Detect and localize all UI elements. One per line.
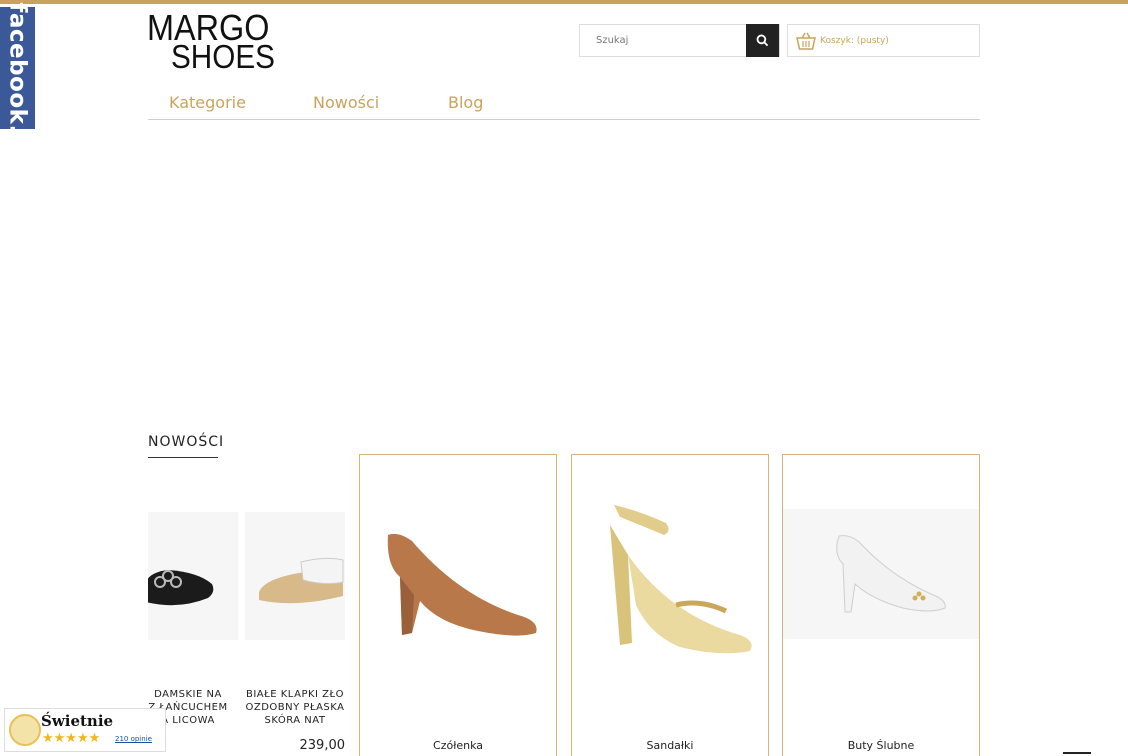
bridal-shoe-image [836, 535, 946, 613]
search-button[interactable] [746, 24, 779, 57]
sandal-black-image [148, 570, 214, 606]
rating-stars: ★★★★★ [42, 731, 101, 746]
slipper-white-image [259, 557, 344, 604]
category-image[interactable] [572, 485, 768, 685]
main-nav: Kategorie Nowości Blog [148, 86, 980, 120]
category-card[interactable]: Czółenka [359, 454, 557, 756]
facebook-tab-label: facebook. [4, 2, 31, 134]
product-price: 239,00 [299, 738, 346, 753]
reviews-widget[interactable]: Świetnie ★★★★★ 210 opinie [4, 708, 166, 752]
category-image[interactable] [783, 509, 979, 639]
category-card[interactable]: Sandałki [571, 454, 769, 756]
sandal-gold-image [610, 505, 752, 654]
nav-item-nowosci[interactable]: Nowości [313, 93, 379, 112]
product-name[interactable]: BIAŁE KLAPKI ZŁO OZDOBNY PŁASKA SKÓRA NA… [245, 688, 345, 727]
category-name[interactable]: Czółenka [360, 739, 556, 752]
logo-line2: SHOES [171, 38, 275, 75]
logo[interactable]: MARGO SHOES [147, 10, 292, 75]
nav-item-kategorie[interactable]: Kategorie [169, 93, 246, 112]
product-image[interactable] [148, 512, 238, 640]
scroll-to-top-button[interactable] [1063, 752, 1091, 754]
section-title-new: NOWOŚCI [148, 434, 223, 458]
nav-item-blog[interactable]: Blog [448, 93, 483, 112]
category-card[interactable]: Buty Ślubne [782, 454, 980, 756]
product-card[interactable]: BIAŁE KLAPKI ZŁO OZDOBNY PŁASKA SKÓRA NA… [245, 470, 345, 756]
facebook-tab[interactable]: facebook. [0, 2, 35, 134]
search-input[interactable] [580, 25, 747, 56]
basket-icon [796, 32, 816, 50]
pump-shoe-image [387, 533, 537, 636]
search-form [579, 24, 780, 57]
category-image[interactable] [360, 485, 556, 685]
reviews-count-link[interactable]: 210 opinie [115, 735, 152, 743]
search-icon [756, 34, 769, 47]
cart-button[interactable]: Koszyk: (pusty) [787, 24, 980, 57]
category-name[interactable]: Buty Ślubne [783, 739, 979, 752]
top-accent-bar [0, 0, 1128, 4]
cart-label: Koszyk: (pusty) [820, 35, 889, 46]
category-name[interactable]: Sandałki [572, 739, 768, 752]
review-seal-icon [9, 714, 41, 746]
product-image[interactable] [245, 512, 345, 640]
new-products-slider: DAMSKIE NA Z ŁAŃCUCHEM A LICOWA BIAŁE KL… [148, 470, 345, 756]
reviews-title: Świetnie [41, 712, 114, 730]
